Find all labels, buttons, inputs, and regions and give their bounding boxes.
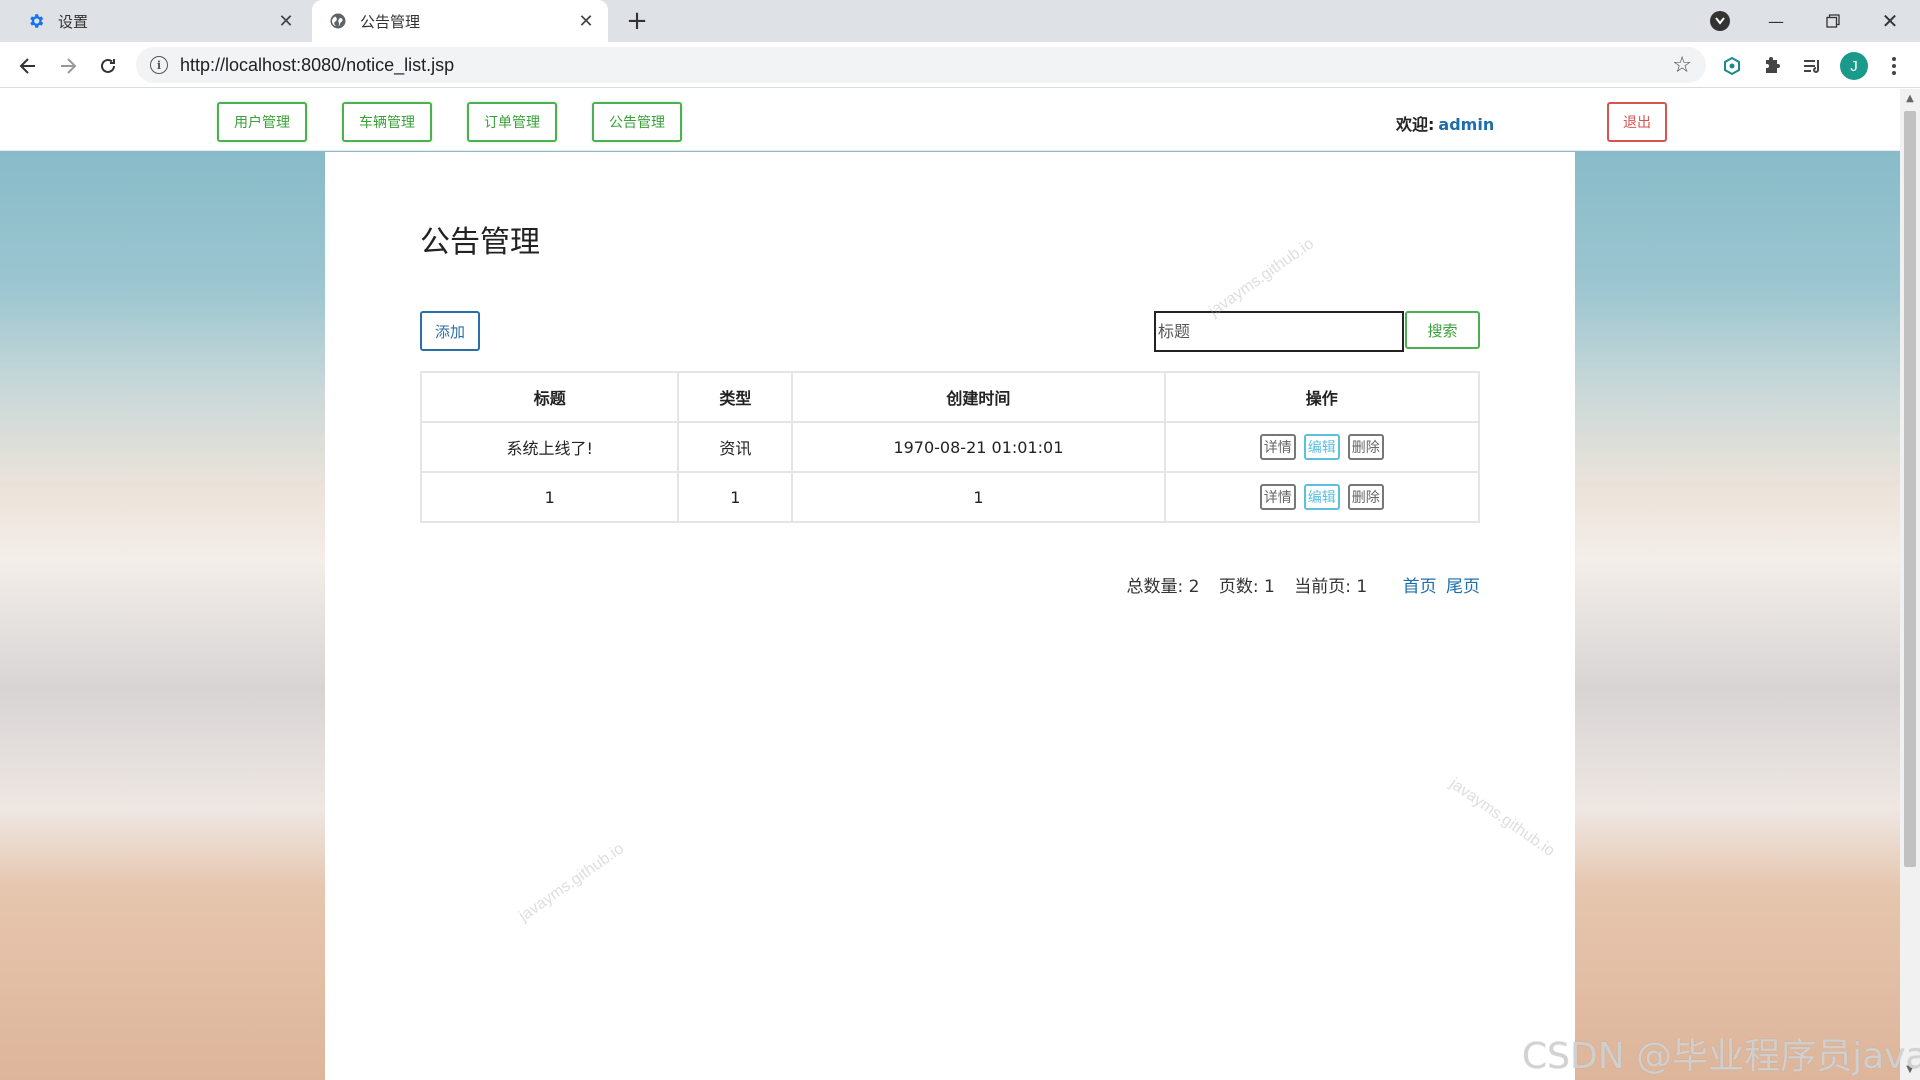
restore-icon[interactable]	[1805, 0, 1861, 42]
total-count: 总数量: 2	[1126, 577, 1200, 597]
logout-button[interactable]: 退出	[1607, 102, 1667, 142]
minimize-icon[interactable]: —	[1748, 0, 1804, 42]
scroll-up-icon[interactable]: ▲	[1904, 93, 1916, 105]
edit-button[interactable]: 编辑	[1303, 484, 1340, 510]
extension-icon[interactable]	[1720, 54, 1744, 78]
page-count: 页数: 1	[1218, 577, 1275, 597]
gear-icon	[26, 11, 46, 31]
tab-notice-management[interactable]: 公告管理 ✕	[312, 0, 608, 42]
cell-created: 1970-08-21 01:01:01	[791, 421, 1166, 473]
add-button[interactable]: 添加	[420, 311, 480, 351]
tab-title: 公告管理	[360, 12, 421, 31]
column-header-type: 类型	[677, 371, 794, 423]
column-header-actions: 操作	[1163, 371, 1481, 423]
column-header-title: 标题	[419, 371, 680, 423]
cell-created: 1	[791, 471, 1166, 523]
url-text: http://localhost:8080/notice_list.jsp	[180, 54, 455, 75]
cell-type: 1	[677, 471, 794, 523]
bookmark-star-icon[interactable]: ☆	[1672, 53, 1692, 78]
current-page: 当前页: 1	[1294, 577, 1368, 597]
cell-type: 资讯	[677, 421, 794, 473]
browser-tabbar: 设置 ✕ 公告管理 ✕ + — ✕	[0, 0, 1920, 42]
site-info-icon[interactable]: i	[150, 56, 168, 74]
reload-icon[interactable]	[92, 50, 124, 82]
new-tab-button[interactable]: +	[622, 6, 652, 36]
close-tab-icon[interactable]: ✕	[574, 9, 598, 33]
cell-title: 系统上线了!	[419, 421, 680, 473]
table-row: 系统上线了! 资讯 1970-08-21 01:01:01 详情 编辑 删除	[419, 421, 1481, 473]
reading-list-icon[interactable]	[1800, 54, 1824, 78]
nav-vehicle-management[interactable]: 车辆管理	[342, 102, 432, 142]
welcome-label: 欢迎:	[1396, 115, 1435, 134]
nav-user-management[interactable]: 用户管理	[217, 102, 307, 142]
search-button[interactable]: 搜索	[1405, 311, 1480, 349]
username: admin	[1438, 115, 1495, 134]
search-input[interactable]	[1154, 311, 1404, 352]
pagination: 总数量: 2 页数: 1 当前页: 1 首页 尾页	[420, 572, 1480, 597]
close-window-icon[interactable]: ✕	[1862, 0, 1918, 42]
menu-icon[interactable]	[1882, 54, 1906, 78]
nav-notice-management[interactable]: 公告管理	[592, 102, 682, 142]
top-navigation: 用户管理 车辆管理 订单管理 公告管理 欢迎: admin 退出	[0, 89, 1900, 151]
nav-order-management[interactable]: 订单管理	[467, 102, 557, 142]
welcome-text: 欢迎: admin	[1396, 111, 1494, 135]
puzzle-icon[interactable]	[1760, 54, 1784, 78]
cell-actions: 详情 编辑 删除	[1163, 421, 1481, 473]
tab-search-icon[interactable]	[1710, 11, 1730, 31]
table-row: 1 1 1 详情 编辑 删除	[419, 471, 1481, 523]
cell-actions: 详情 编辑 删除	[1163, 471, 1481, 523]
globe-icon	[328, 11, 348, 31]
close-tab-icon[interactable]: ✕	[274, 9, 298, 33]
last-page-link[interactable]: 尾页	[1446, 577, 1480, 597]
delete-button[interactable]: 删除	[1347, 484, 1384, 510]
tab-title: 设置	[58, 12, 89, 31]
csdn-watermark: CSDN @毕业程序员java	[1522, 1036, 1920, 1077]
detail-button[interactable]: 详情	[1259, 434, 1296, 460]
column-header-created: 创建时间	[791, 371, 1166, 423]
back-icon[interactable]	[12, 50, 44, 82]
cell-title: 1	[419, 471, 680, 523]
delete-button[interactable]: 删除	[1347, 434, 1384, 460]
page-title: 公告管理	[420, 225, 540, 260]
page-scrollbar[interactable]: ▲ ▼	[1900, 89, 1920, 1080]
notice-table: 标题 类型 创建时间 操作 系统上线了! 资讯 1970-08-21 01:01…	[419, 371, 1481, 523]
profile-avatar[interactable]: J	[1840, 52, 1868, 80]
forward-icon[interactable]	[52, 50, 84, 82]
main-content: 公告管理 添加 搜索 标题 类型 创建时间 操作 系统上线了! 资讯 1970-	[325, 152, 1575, 1080]
edit-button[interactable]: 编辑	[1303, 434, 1340, 460]
table-header-row: 标题 类型 创建时间 操作	[419, 371, 1481, 423]
detail-button[interactable]: 详情	[1259, 484, 1296, 510]
browser-toolbar: i http://localhost:8080/notice_list.jsp …	[0, 42, 1920, 88]
address-bar[interactable]: i http://localhost:8080/notice_list.jsp …	[136, 47, 1706, 83]
first-page-link[interactable]: 首页	[1403, 577, 1437, 597]
page-viewport: 用户管理 车辆管理 订单管理 公告管理 欢迎: admin 退出 公告管理 添加 …	[0, 89, 1900, 1080]
scrollbar-thumb[interactable]	[1904, 111, 1916, 867]
tab-settings[interactable]: 设置 ✕	[8, 0, 308, 42]
